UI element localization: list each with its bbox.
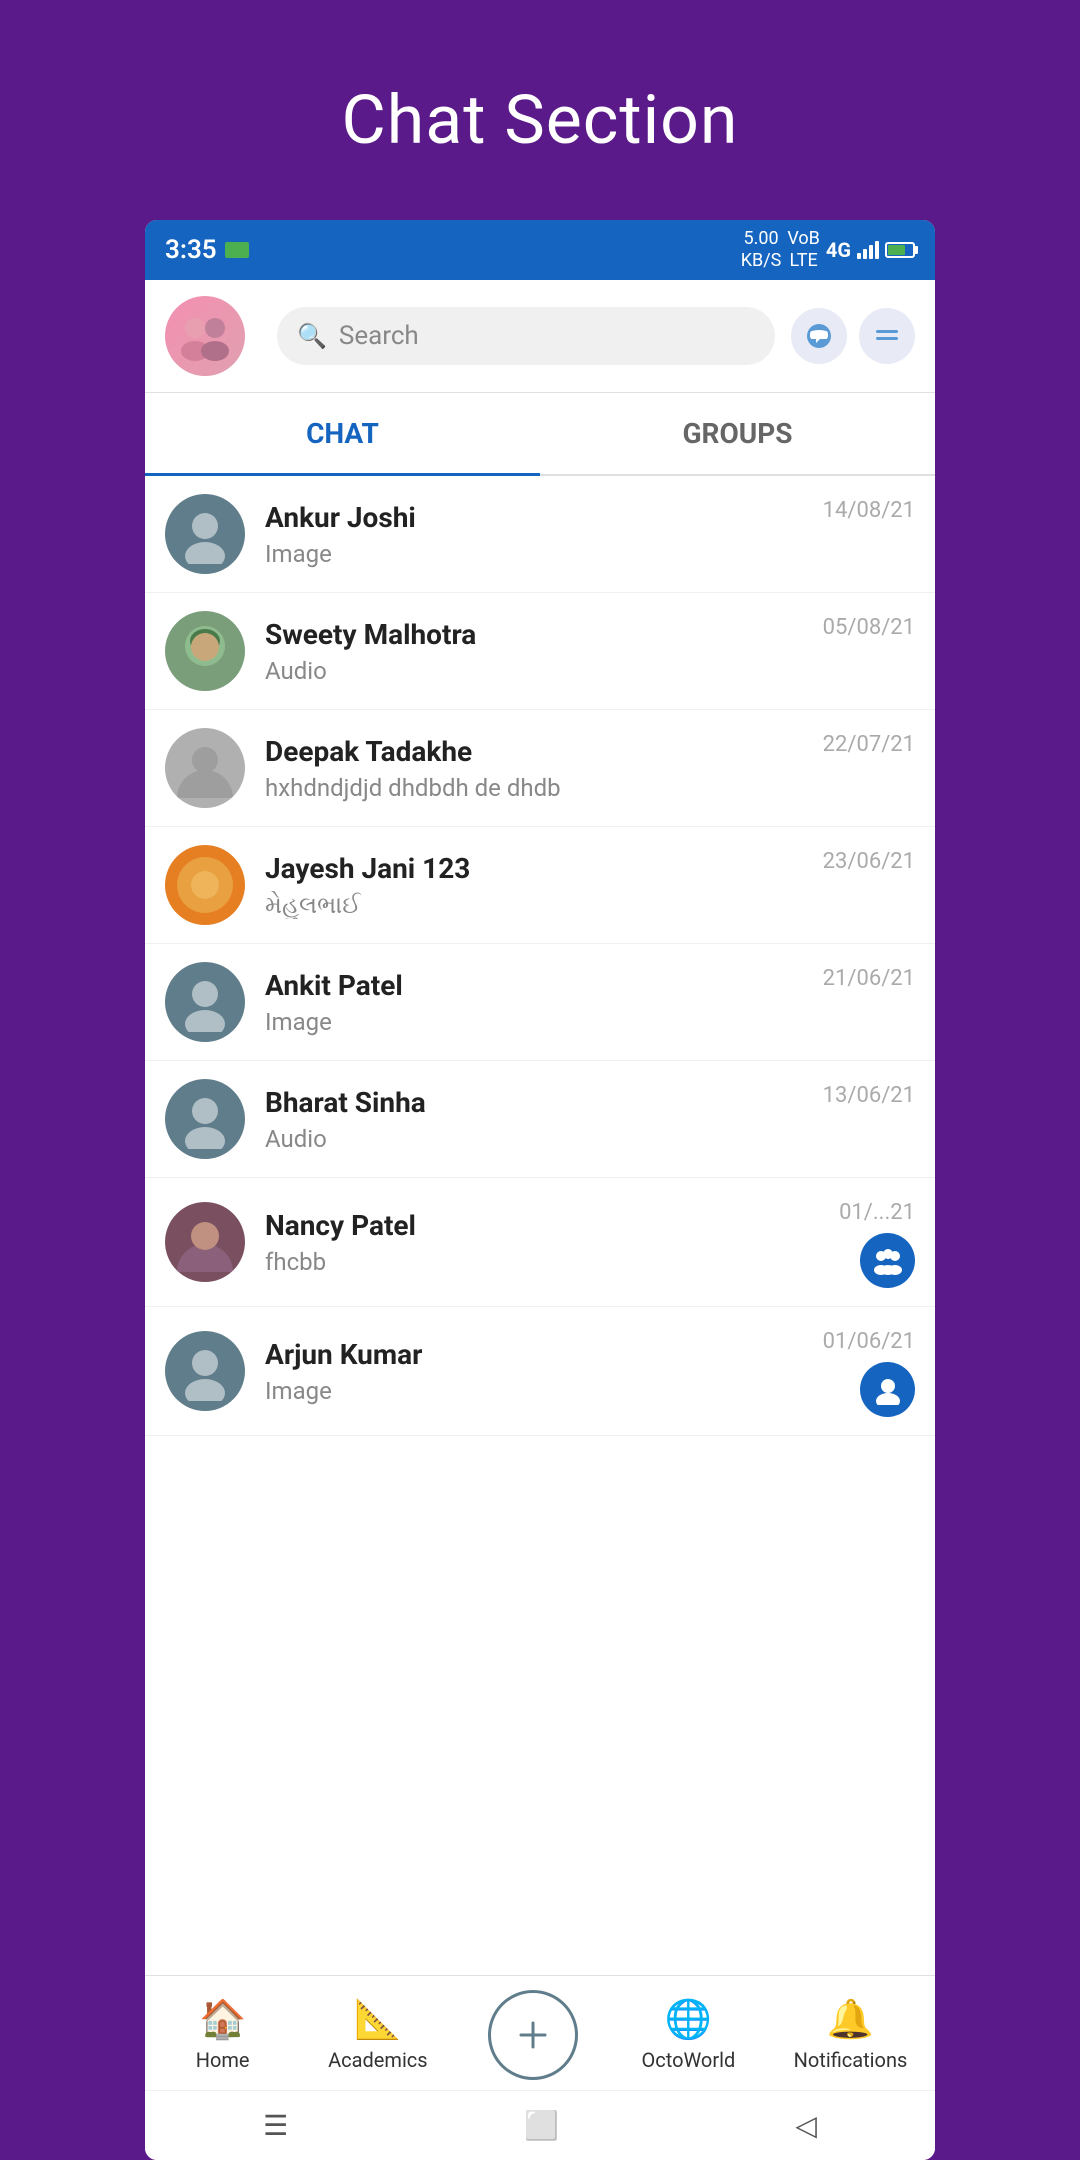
battery-green-icon <box>225 242 249 258</box>
menu-icon-button[interactable] <box>859 308 915 364</box>
avatar <box>165 1202 245 1282</box>
chat-preview: મેહુલભાઈ <box>265 891 823 919</box>
chat-name: Ankur Joshi <box>265 501 823 534</box>
chat-date: 01/...21 <box>839 1200 915 1225</box>
chat-preview: Audio <box>265 1125 823 1153</box>
chat-name: Jayesh Jani 123 <box>265 852 823 885</box>
menu-nav-icon[interactable]: ☰ <box>263 2109 288 2142</box>
avatar <box>165 728 245 808</box>
android-nav-bar: ☰ ⬜ ◁ <box>145 2090 935 2160</box>
signal-bars-icon <box>857 241 879 259</box>
notifications-icon: 🔔 <box>827 1998 874 2042</box>
chat-preview: fhcbb <box>265 1248 839 1276</box>
avatar <box>165 1331 245 1411</box>
user-avatar[interactable] <box>165 296 245 376</box>
chat-item[interactable]: Ankur Joshi Image 14/08/21 <box>145 476 935 593</box>
chat-item[interactable]: Sweety Malhotra Audio 05/08/21 <box>145 593 935 710</box>
chat-icon-button[interactable] <box>791 308 847 364</box>
phone-frame: 3:35 5.00KB/S VoBLTE 4G <box>145 220 935 2160</box>
chat-date: 05/08/21 <box>823 615 915 640</box>
back-nav-icon[interactable]: ◁ <box>795 2109 817 2142</box>
chat-item[interactable]: Bharat Sinha Audio 13/06/21 <box>145 1061 935 1178</box>
chat-preview: hxhdndjdjd dhdbdh de dhdb <box>265 774 823 802</box>
add-icon <box>488 1990 578 2080</box>
academics-icon: 📐 <box>354 1998 401 2042</box>
avatar <box>165 494 245 574</box>
tab-groups[interactable]: GROUPS <box>540 393 935 474</box>
chat-name: Sweety Malhotra <box>265 618 823 651</box>
tab-chat[interactable]: CHAT <box>145 393 540 474</box>
chat-item[interactable]: Ankit Patel Image 21/06/21 <box>145 944 935 1061</box>
home-label: Home <box>196 2048 250 2072</box>
chat-item[interactable]: Jayesh Jani 123 મેહુલભાઈ 23/06/21 <box>145 827 935 944</box>
avatar <box>165 845 245 925</box>
octoworld-icon: 🌐 <box>665 1998 712 2042</box>
search-icon: 🔍 <box>297 322 327 350</box>
chat-date: 13/06/21 <box>823 1083 915 1108</box>
user-badge <box>860 1362 915 1417</box>
search-placeholder-text: Search <box>339 321 419 351</box>
nav-item-academics[interactable]: 📐 Academics <box>328 1998 428 2072</box>
home-nav-icon[interactable]: ⬜ <box>524 2109 559 2142</box>
nav-item-home[interactable]: 🏠 Home <box>173 1998 273 2072</box>
chat-item[interactable]: Nancy Patel fhcbb 01/...21 <box>145 1178 935 1307</box>
chat-name: Nancy Patel <box>265 1209 839 1242</box>
avatar <box>165 1079 245 1159</box>
data-speed: 5.00KB/S <box>741 228 782 271</box>
chat-date: 23/06/21 <box>823 849 915 874</box>
chat-item[interactable]: Deepak Tadakhe hxhdndjdjd dhdbdh de dhdb… <box>145 710 935 827</box>
chat-name: Arjun Kumar <box>265 1338 823 1371</box>
chat-date: 14/08/21 <box>823 498 915 523</box>
search-bar[interactable]: 🔍 Search <box>277 307 775 365</box>
nav-item-notifications[interactable]: 🔔 Notifications <box>794 1998 908 2072</box>
chat-preview: Image <box>265 1008 823 1036</box>
tabs-bar: CHAT GROUPS <box>145 393 935 476</box>
battery-icon <box>885 242 915 258</box>
chat-name: Bharat Sinha <box>265 1086 823 1119</box>
status-time: 3:35 <box>165 235 217 265</box>
status-bar: 3:35 5.00KB/S VoBLTE 4G <box>145 220 935 280</box>
avatar <box>165 962 245 1042</box>
page-title: Chat Section <box>342 80 739 160</box>
chat-preview: Image <box>265 1377 823 1405</box>
notifications-label: Notifications <box>794 2048 908 2072</box>
nav-item-add[interactable] <box>483 1990 583 2080</box>
chat-preview: Audio <box>265 657 823 685</box>
academics-label: Academics <box>328 2048 427 2072</box>
bottom-nav: 🏠 Home 📐 Academics 🌐 OctoWorld 🔔 Notific… <box>145 1975 935 2090</box>
chat-name: Ankit Patel <box>265 969 823 1002</box>
chat-date: 01/06/21 <box>823 1329 915 1354</box>
signal-4g: 4G <box>826 238 851 262</box>
home-icon: 🏠 <box>199 1998 246 2042</box>
chat-name: Deepak Tadakhe <box>265 735 823 768</box>
chat-list: Ankur Joshi Image 14/08/21 Sweety Malhot… <box>145 476 935 1975</box>
octoworld-label: OctoWorld <box>642 2048 736 2072</box>
chat-date: 22/07/21 <box>823 732 915 757</box>
nav-item-octoworld[interactable]: 🌐 OctoWorld <box>638 1998 738 2072</box>
chat-date: 21/06/21 <box>823 966 915 991</box>
chat-item[interactable]: Arjun Kumar Image 01/06/21 <box>145 1307 935 1436</box>
avatar <box>165 611 245 691</box>
group-badge <box>860 1233 915 1288</box>
network-type: VoBLTE <box>787 228 820 271</box>
chat-preview: Image <box>265 540 823 568</box>
header: 🔍 Search <box>145 280 935 393</box>
